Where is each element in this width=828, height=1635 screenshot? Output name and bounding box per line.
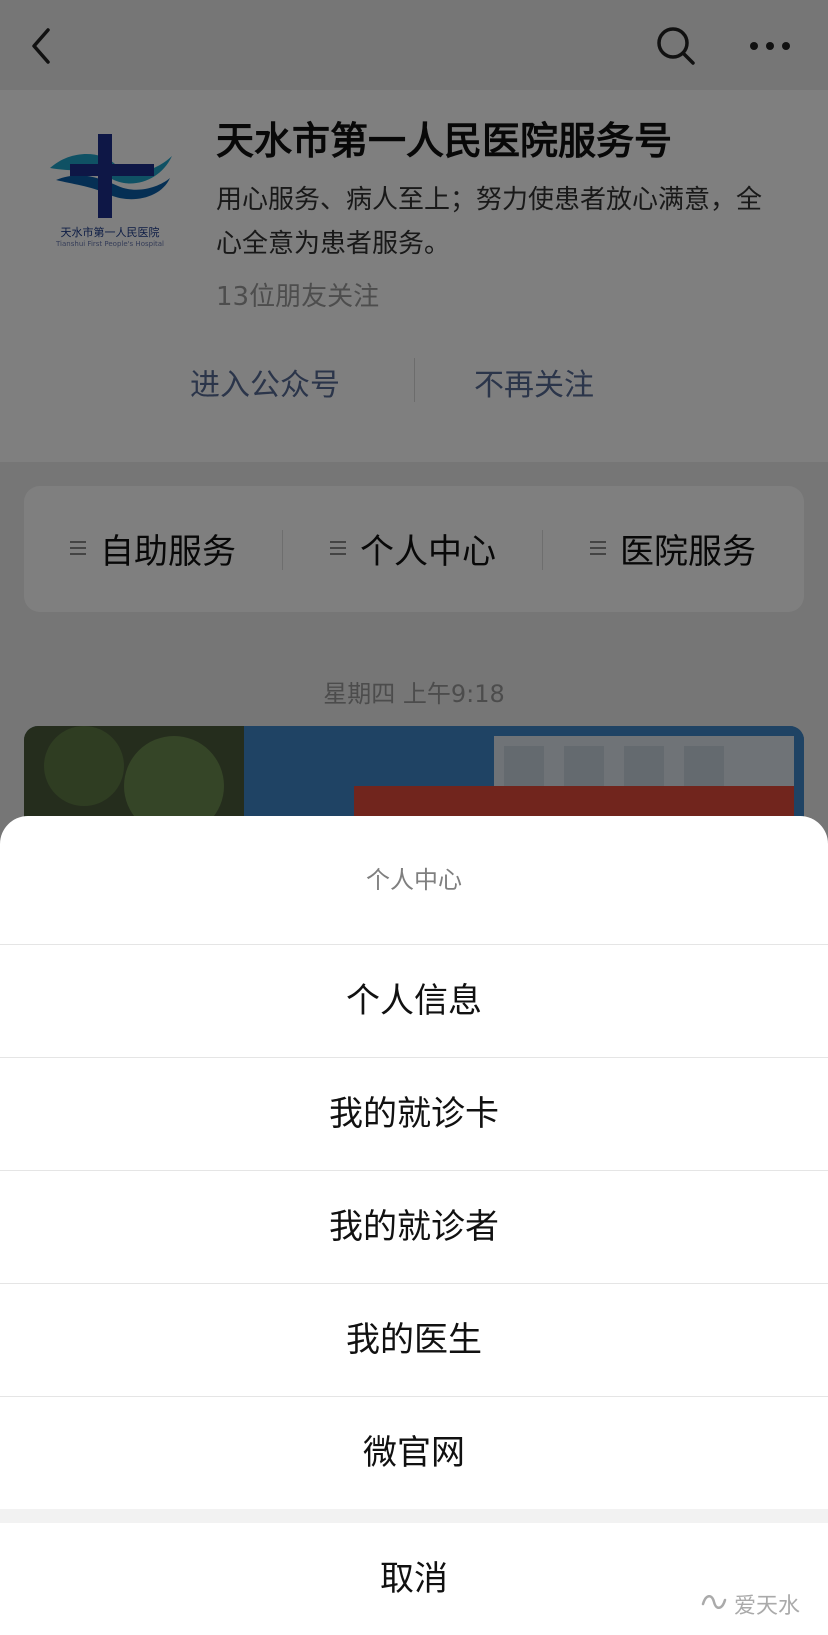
sheet-option-micro-site[interactable]: 微官网 xyxy=(0,1396,828,1509)
sheet-title: 个人中心 xyxy=(366,866,462,894)
wechat-channel-icon xyxy=(700,1590,728,1614)
watermark-text: 爱天水 xyxy=(734,1594,801,1619)
sheet-option-patients[interactable]: 我的就诊者 xyxy=(0,1170,828,1283)
sheet-option-my-doctor[interactable]: 我的医生 xyxy=(0,1283,828,1396)
action-sheet: 个人中心 个人信息 我的就诊卡 我的就诊者 我的医生 微官网 取消 xyxy=(0,816,828,1635)
sheet-option-personal-info[interactable]: 个人信息 xyxy=(0,944,828,1057)
sheet-separator xyxy=(0,1509,828,1523)
sheet-option-medical-card[interactable]: 我的就诊卡 xyxy=(0,1057,828,1170)
cancel-button[interactable]: 取消 xyxy=(0,1523,828,1635)
